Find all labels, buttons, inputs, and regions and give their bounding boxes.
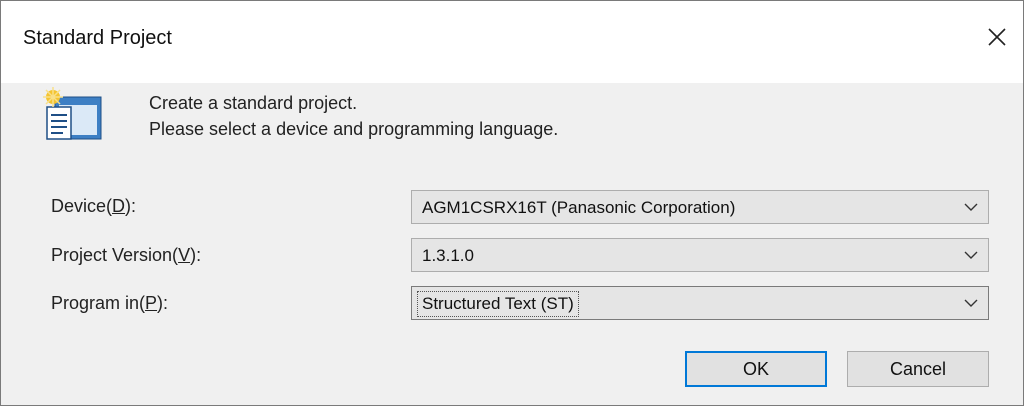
header-message-line1: Create a standard project. xyxy=(149,93,358,113)
cancel-button[interactable]: Cancel xyxy=(847,351,989,387)
chevron-down-icon xyxy=(964,299,978,307)
close-button[interactable] xyxy=(971,15,1023,59)
standard-project-dialog: Standard Project Create a standard proje… xyxy=(0,0,1024,406)
program-language-label: Program in(P): xyxy=(51,293,169,313)
title-bar[interactable]: Standard Project xyxy=(1,1,1023,83)
program-language-select[interactable]: Structured Text (ST) xyxy=(411,286,989,320)
chevron-down-icon xyxy=(964,251,978,259)
chevron-down-icon xyxy=(964,203,978,211)
project-version-accesskey: V xyxy=(178,245,191,265)
ok-button[interactable]: OK xyxy=(685,351,827,387)
close-icon xyxy=(988,28,1006,46)
project-icon xyxy=(43,87,102,140)
project-version-select[interactable]: 1.3.1.0 xyxy=(411,238,989,272)
dialog-title: Standard Project xyxy=(23,27,172,49)
device-select-value: AGM1CSRX16T (Panasonic Corporation) xyxy=(422,198,736,217)
program-language-accesskey: P xyxy=(145,293,158,313)
project-version-label: Project Version(V): xyxy=(51,245,202,265)
device-select[interactable]: AGM1CSRX16T (Panasonic Corporation) xyxy=(411,190,989,224)
header-message-line2: Please select a device and programming l… xyxy=(149,119,559,139)
device-accesskey: D xyxy=(112,196,126,216)
device-label: Device(D): xyxy=(51,196,137,216)
program-language-select-value: Structured Text (ST) xyxy=(417,291,579,317)
project-version-select-value: 1.3.1.0 xyxy=(422,246,474,265)
